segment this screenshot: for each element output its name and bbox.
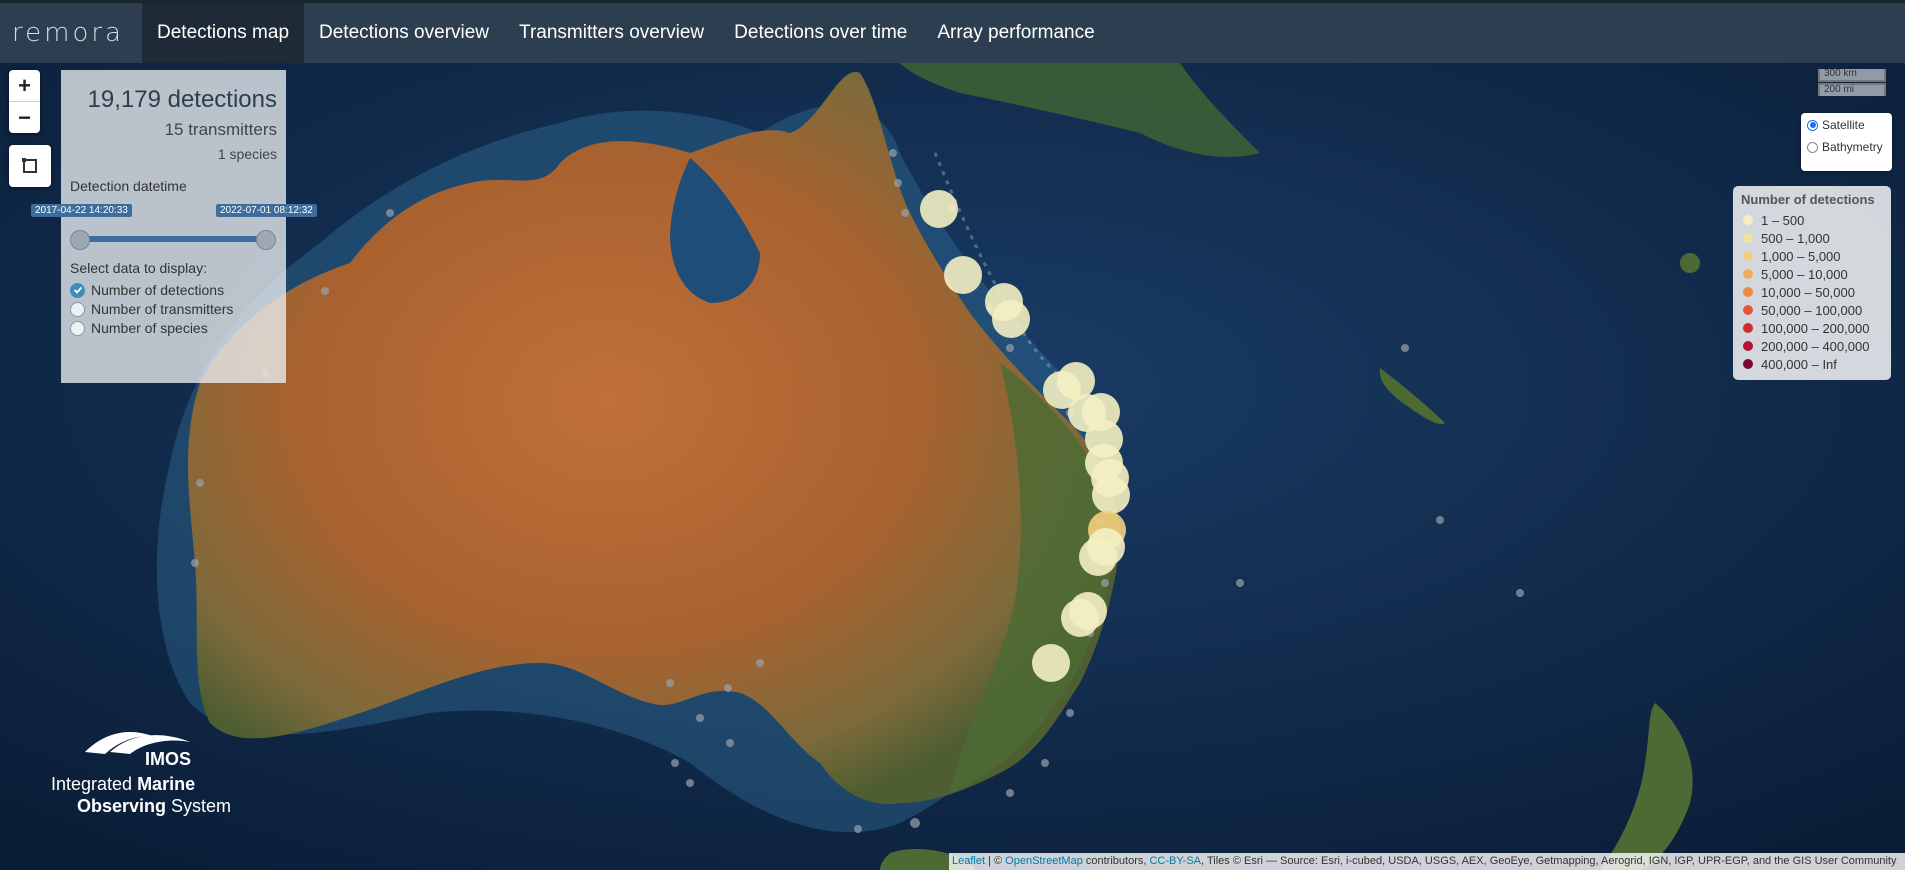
legend-swatch [1743, 251, 1753, 261]
draw-rectangle-icon [22, 158, 37, 173]
legend-label: 100,000 – 200,000 [1761, 320, 1870, 336]
app-logo[interactable]: remora [0, 3, 142, 63]
legend-item: 50,000 – 100,000 [1741, 301, 1883, 319]
option-label: Number of transmitters [91, 301, 234, 317]
legend-swatch [1743, 359, 1753, 369]
legend-label: 10,000 – 50,000 [1761, 284, 1855, 300]
legend-title: Number of detections [1741, 192, 1875, 207]
tab-detections-overview[interactable]: Detections overview [304, 3, 504, 63]
layer-option-satellite[interactable]: Satellite [1807, 118, 1886, 132]
zoom-control: + − [9, 70, 40, 133]
option-number-of-species[interactable]: Number of species [61, 320, 286, 336]
legend-item: 400,000 – Inf [1741, 355, 1883, 373]
license-link[interactable]: CC-BY-SA [1149, 855, 1201, 867]
zoom-in-button[interactable]: + [9, 70, 40, 102]
slider-track [79, 236, 265, 242]
map-scale: 300 km 200 mi [1818, 69, 1886, 96]
legend-swatch [1743, 323, 1753, 333]
map-legend: Number of detections 1 – 500 500 – 1,000 1… [1733, 186, 1891, 380]
app-logo-text: remora [12, 18, 124, 48]
imos-mark: IMOS [145, 749, 192, 769]
detection-datetime-label: Detection datetime [70, 178, 187, 194]
legend-swatch [1743, 305, 1753, 315]
scale-km: 300 km [1818, 69, 1886, 82]
layer-option-bathymetry[interactable]: Bathymetry [1807, 140, 1886, 154]
option-number-of-detections[interactable]: Number of detections [61, 282, 286, 298]
radio-checked-icon[interactable] [70, 282, 85, 298]
legend-label: 1,000 – 5,000 [1761, 248, 1841, 264]
species-count: 1 species [217, 146, 277, 162]
radio-checked-icon[interactable] [1807, 119, 1818, 131]
summary-panel: 19,179 detections 15 transmitters 1 spec… [31, 70, 317, 383]
slider-to-label: 2022-07-01 08:12:32 [216, 204, 317, 217]
osm-link[interactable]: OpenStreetMap [1005, 855, 1083, 867]
legend-label: 400,000 – Inf [1761, 356, 1837, 372]
tab-detections-map[interactable]: Detections map [142, 3, 305, 63]
imos-line1: Integrated Marine [51, 774, 196, 794]
slider-from-label: 2017-04-22 14:20:33 [31, 204, 132, 217]
legend-label: 1 – 500 [1761, 212, 1805, 228]
base-layer-control: Satellite Bathymetry [1801, 113, 1892, 171]
option-label: Number of detections [91, 282, 225, 298]
select-data-label: Select data to display: [70, 260, 207, 276]
imos-line2: Observing System [77, 796, 232, 816]
tab-transmitters-overview[interactable]: Transmitters overview [504, 3, 719, 63]
slider-handle-from[interactable] [70, 230, 90, 250]
fiji [1680, 253, 1700, 273]
legend-swatch [1743, 215, 1753, 225]
imos-logo: IMOS Integrated Marine Observing System [45, 722, 245, 822]
transmitters-count: 15 transmitters [164, 120, 277, 139]
legend-swatch [1743, 341, 1753, 351]
slider-handle-to[interactable] [256, 230, 276, 250]
legend-swatch [1743, 233, 1753, 243]
top-navbar: remora Detections map Detections overvie… [0, 0, 1905, 63]
legend-item: 1 – 500 [1741, 211, 1883, 229]
legend-swatch [1743, 287, 1753, 297]
tab-array-performance[interactable]: Array performance [922, 3, 1109, 63]
legend-item: 1,000 – 5,000 [1741, 247, 1883, 265]
legend-item: 500 – 1,000 [1741, 229, 1883, 247]
draw-rectangle-button[interactable] [9, 145, 51, 187]
legend-label: 500 – 1,000 [1761, 230, 1830, 246]
legend-item: 200,000 – 400,000 [1741, 337, 1883, 355]
radio-unchecked-icon[interactable] [70, 320, 85, 336]
scale-mi: 200 mi [1818, 83, 1886, 96]
leaflet-link[interactable]: Leaflet [952, 855, 985, 867]
radio-unchecked-icon[interactable] [1807, 141, 1818, 153]
legend-item: 10,000 – 50,000 [1741, 283, 1883, 301]
option-label: Number of species [91, 320, 208, 336]
detections-count: 19,179 detections [87, 86, 277, 113]
legend-item: 5,000 – 10,000 [1741, 265, 1883, 283]
radio-unchecked-icon[interactable] [70, 301, 85, 317]
datetime-range-slider[interactable]: 2017-04-22 14:20:33 2022-07-01 08:12:32 [31, 202, 317, 252]
legend-label: 50,000 – 100,000 [1761, 302, 1863, 318]
layer-label: Satellite [1822, 118, 1865, 132]
layer-label: Bathymetry [1822, 140, 1883, 154]
map-attribution: Leaflet | © OpenStreetMap contributors, … [949, 853, 1905, 870]
tab-detections-over-time[interactable]: Detections over time [719, 3, 922, 63]
legend-item: 100,000 – 200,000 [1741, 319, 1883, 337]
zoom-out-button[interactable]: − [9, 102, 40, 133]
legend-swatch [1743, 269, 1753, 279]
legend-label: 200,000 – 400,000 [1761, 338, 1870, 354]
option-number-of-transmitters[interactable]: Number of transmitters [61, 301, 286, 317]
legend-label: 5,000 – 10,000 [1761, 266, 1848, 282]
